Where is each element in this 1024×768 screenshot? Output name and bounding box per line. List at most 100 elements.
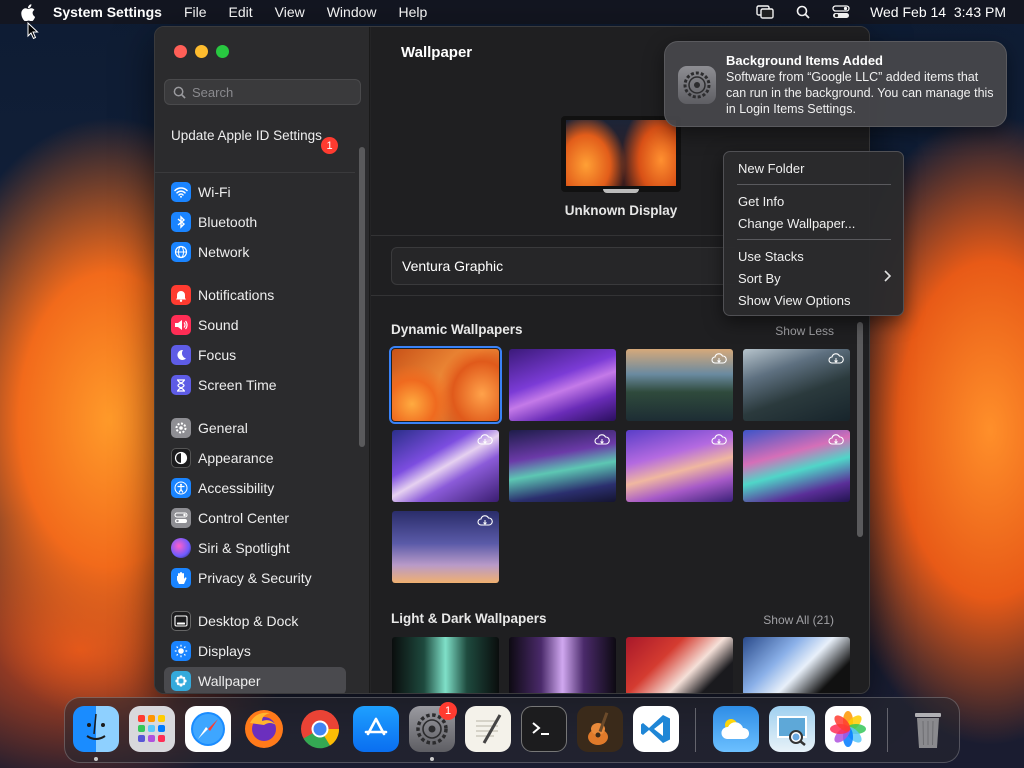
wallpaper-thumb-big-sur-coast[interactable] [626, 349, 733, 421]
wallpaper-thumb-ventura[interactable] [389, 346, 502, 424]
wallpaper-thumb-big-sur-graphic-4[interactable] [743, 430, 850, 502]
wallpaper-thumb-big-sur-graphic-1[interactable] [392, 430, 499, 502]
launchpad-icon[interactable] [129, 706, 175, 752]
sidebar-item-privacy-security[interactable]: Privacy & Security [164, 564, 346, 592]
sidebar-scrollbar[interactable] [359, 147, 365, 447]
show-less-button[interactable]: Show Less [775, 324, 834, 338]
wallpaper-thumb-monterey[interactable] [509, 349, 616, 421]
vscode-icon[interactable] [633, 706, 679, 752]
menu-item-show-view-options[interactable]: Show View Options [738, 290, 893, 310]
sidebar-item-control-center[interactable]: Control Center [164, 504, 346, 532]
content-scrollbar[interactable] [857, 322, 863, 537]
sidebar-item-displays[interactable]: Displays [164, 637, 346, 665]
textedit-icon[interactable] [465, 706, 511, 752]
sidebar-item-label: Accessibility [198, 480, 275, 496]
sidebar-item-label: Wallpaper [198, 673, 261, 689]
dock-separator [887, 708, 888, 752]
wallpaper-thumb-gradient[interactable] [392, 511, 499, 583]
sidebar-item-screen-time[interactable]: Screen Time [164, 371, 346, 399]
search-input[interactable] [192, 84, 352, 100]
sun-icon [171, 641, 191, 661]
photos-icon[interactable] [825, 706, 871, 752]
download-cloud-icon [711, 353, 727, 364]
light-dark-wallpapers-title: Light & Dark Wallpapers [391, 611, 547, 626]
display-preview [561, 116, 681, 192]
zoom-window-button[interactable] [216, 45, 229, 58]
chrome-icon[interactable] [297, 706, 343, 752]
wallpaper-thumb-macbook-red[interactable] [626, 637, 733, 693]
wallpaper-icon [171, 671, 191, 691]
background-items-notification[interactable]: Background Items Added Software from “Go… [664, 41, 1007, 127]
safari-icon[interactable] [185, 706, 231, 752]
minimize-window-button[interactable] [195, 45, 208, 58]
menu-view[interactable]: View [275, 4, 305, 20]
wallpaper-thumb-imac-green[interactable] [392, 637, 499, 693]
menu-item-use-stacks[interactable]: Use Stacks [738, 246, 893, 266]
menu-item-get-info[interactable]: Get Info [738, 191, 893, 211]
wallpaper-thumb-big-sur-graphic-2[interactable] [509, 430, 616, 502]
control-center-icon [171, 508, 191, 528]
dynamic-wallpapers-title: Dynamic Wallpapers [391, 322, 523, 337]
sidebar-item-bluetooth[interactable]: Bluetooth [164, 208, 346, 236]
menu-help[interactable]: Help [399, 4, 428, 20]
preview-icon[interactable] [769, 706, 815, 752]
speaker-icon [171, 315, 191, 335]
app-store-icon[interactable] [353, 706, 399, 752]
wallpaper-thumb-big-sur-graphic-3[interactable] [626, 430, 733, 502]
sidebar-item-label: Appearance [198, 450, 274, 466]
sidebar-item-label: Network [198, 244, 250, 260]
weather-icon[interactable] [713, 706, 759, 752]
wallpaper-thumb-macbook-blue[interactable] [743, 637, 850, 693]
page-title: Wallpaper [401, 44, 473, 61]
sidebar-search[interactable] [164, 79, 361, 105]
sidebar-item-notifications[interactable]: Notifications [164, 281, 346, 309]
display-stand [603, 189, 639, 193]
sidebar-item-general[interactable]: General [164, 414, 346, 442]
notification-body: Software from “Google LLC” added items t… [726, 70, 994, 116]
apple-icon[interactable] [18, 3, 38, 21]
dock-separator [695, 708, 696, 752]
menu-item-change-wallpaper[interactable]: Change Wallpaper... [738, 213, 893, 233]
terminal-icon[interactable] [521, 706, 567, 752]
chevron-right-icon [884, 270, 891, 282]
menu-item-sort-by[interactable]: Sort By [738, 268, 893, 288]
sidebar-item-wallpaper[interactable]: Wallpaper [164, 667, 346, 693]
sidebar-item-focus[interactable]: Focus [164, 341, 346, 369]
firefox-icon[interactable] [241, 706, 287, 752]
wallpaper-thumb-imac-purple[interactable] [509, 637, 616, 693]
sidebar-item-label: Control Center [198, 510, 290, 526]
control-center-icon[interactable] [832, 5, 850, 19]
menu-window[interactable]: Window [327, 4, 377, 20]
sidebar-item-siri-spotlight[interactable]: Siri & Spotlight [164, 534, 346, 562]
hourglass-icon [171, 375, 191, 395]
trash-icon[interactable] [905, 706, 951, 752]
apple-id-badge: 1 [321, 137, 338, 154]
sidebar-item-wifi[interactable]: Wi-Fi [164, 178, 346, 206]
download-cloud-icon [477, 434, 493, 445]
menu-app-name[interactable]: System Settings [53, 4, 162, 20]
sidebar-item-accessibility[interactable]: Accessibility [164, 474, 346, 502]
desktop-context-menu: New Folder Get Info Change Wallpaper... … [723, 151, 904, 316]
menu-edit[interactable]: Edit [229, 4, 253, 20]
sidebar-item-sound[interactable]: Sound [164, 311, 346, 339]
sidebar-item-appearance[interactable]: Appearance [164, 444, 346, 472]
menu-separator [737, 239, 891, 240]
current-wallpaper-selector[interactable]: Ventura Graphic [391, 247, 741, 285]
show-all-button[interactable]: Show All (21) [763, 613, 834, 627]
spotlight-search-icon[interactable] [794, 5, 812, 19]
close-window-button[interactable] [174, 45, 187, 58]
sidebar-item-desktop-dock[interactable]: Desktop & Dock [164, 607, 346, 635]
accessibility-icon [171, 478, 191, 498]
menu-item-new-folder[interactable]: New Folder [738, 158, 893, 178]
sidebar-item-label: Bluetooth [198, 214, 258, 230]
sidebar-item-label: Sound [198, 317, 239, 333]
finder-icon[interactable] [73, 706, 119, 752]
garageband-icon[interactable] [577, 706, 623, 752]
wallpaper-thumb-catalina[interactable] [743, 349, 850, 421]
menu-datetime[interactable]: Wed Feb 14 3:43 PM [870, 4, 1006, 20]
sidebar-item-network[interactable]: Network [164, 238, 346, 266]
menu-file[interactable]: File [184, 4, 207, 20]
screen-mirroring-icon[interactable] [756, 5, 774, 19]
menu-separator [737, 184, 891, 185]
sidebar-divider [155, 172, 355, 173]
